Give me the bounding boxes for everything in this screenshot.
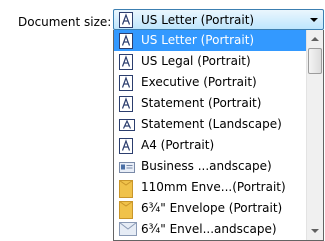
scroll-up-arrow-icon[interactable] xyxy=(307,30,323,47)
document-size-options-list: US Letter (Portrait) US Legal (Portrait)… xyxy=(113,30,324,241)
option-label: 6¾" Envelope (Portrait) xyxy=(141,201,283,215)
document-size-label: Document size: xyxy=(18,15,112,29)
document-size-dropdown[interactable]: US Letter (Portrait) xyxy=(113,9,324,30)
option-6-3-4-envelope-landscape[interactable]: 6¾" Envel...andscape) xyxy=(114,219,306,240)
option-label: A4 (Portrait) xyxy=(141,138,215,152)
envelope-landscape-icon xyxy=(119,222,137,240)
option-label: US Letter (Portrait) xyxy=(141,33,255,47)
options-scrollbar[interactable] xyxy=(306,30,323,240)
option-label: Executive (Portrait) xyxy=(141,75,257,89)
option-label: 6¾" Envel...andscape) xyxy=(141,222,277,236)
option-label: Business ...andscape) xyxy=(141,159,272,173)
option-a4-portrait[interactable]: A4 (Portrait) xyxy=(114,135,306,156)
option-6-3-4-envelope-portrait[interactable]: 6¾" Envelope (Portrait) xyxy=(114,198,306,219)
page-portrait-icon xyxy=(119,12,133,31)
option-label: 110mm Enve...(Portrait) xyxy=(141,180,286,194)
option-110mm-envelope-portrait[interactable]: 110mm Enve...(Portrait) xyxy=(114,177,306,198)
option-label: Statement (Portrait) xyxy=(141,96,262,110)
option-statement-landscape[interactable]: Statement (Landscape) xyxy=(114,114,306,135)
option-label: US Legal (Portrait) xyxy=(141,54,251,68)
option-label: Statement (Landscape) xyxy=(141,117,282,131)
option-us-letter-portrait[interactable]: US Letter (Portrait) xyxy=(114,30,306,51)
option-business-card-landscape[interactable]: Business ...andscape) xyxy=(114,156,306,177)
scroll-down-arrow-icon[interactable] xyxy=(307,223,323,240)
chevron-down-icon[interactable] xyxy=(310,18,318,22)
option-statement-portrait[interactable]: Statement (Portrait) xyxy=(114,93,306,114)
option-executive-portrait[interactable]: Executive (Portrait) xyxy=(114,72,306,93)
document-size-selected-value: US Letter (Portrait) xyxy=(141,13,255,27)
scrollbar-thumb[interactable] xyxy=(308,48,322,74)
option-us-legal-portrait[interactable]: US Legal (Portrait) xyxy=(114,51,306,72)
